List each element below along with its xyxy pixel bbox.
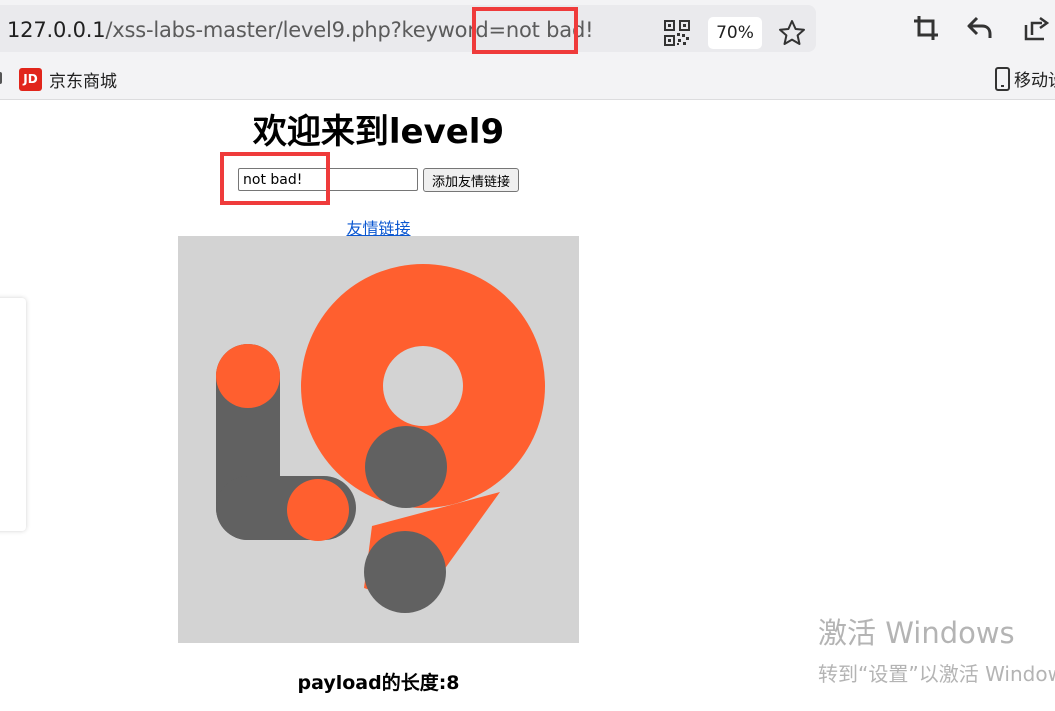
- star-icon[interactable]: [777, 18, 807, 48]
- jd-logo-icon: JD: [19, 68, 42, 91]
- input-highlight-box: [220, 152, 330, 205]
- bookmark-folder-icon[interactable]: [0, 72, 2, 84]
- browser-toolbar: 127.0.0.1/xss-labs-master/level9.php?key…: [0, 0, 1055, 58]
- level9-logo-image: [178, 236, 579, 643]
- page-title: 欢迎来到level9: [252, 112, 505, 152]
- url-highlight-box: [472, 7, 578, 54]
- undo-icon[interactable]: [965, 13, 995, 43]
- qr-code-icon[interactable]: [664, 20, 690, 46]
- watermark-line1: 激活 Windows: [818, 616, 1015, 650]
- url-host: 127.0.0.1: [7, 18, 106, 42]
- share-icon[interactable]: [1020, 13, 1050, 43]
- add-friend-link-button[interactable]: 添加友情链接: [423, 168, 519, 192]
- bookmark-mobile-label: 移动设: [1014, 71, 1055, 91]
- watermark-line2: 转到“设置”以激活 Windows。: [818, 662, 1055, 686]
- crop-icon[interactable]: [911, 13, 941, 43]
- bookmark-mobile[interactable]: 移动设: [995, 66, 1055, 91]
- payload-length-text: payload的长度:8: [297, 672, 460, 694]
- phone-icon: [995, 66, 1010, 91]
- windows-activation-watermark: 激活 Windows 转到“设置”以激活 Windows。: [818, 610, 1055, 687]
- zoom-level[interactable]: 70%: [708, 17, 762, 49]
- address-bar[interactable]: 127.0.0.1/xss-labs-master/level9.php?key…: [0, 5, 816, 54]
- bookmark-jd[interactable]: JD 京东商城: [19, 67, 117, 92]
- side-panel: [0, 298, 26, 531]
- bookmarks-bar: JD 京东商城 移动设: [0, 58, 1055, 100]
- bookmark-jd-label: 京东商城: [49, 72, 117, 92]
